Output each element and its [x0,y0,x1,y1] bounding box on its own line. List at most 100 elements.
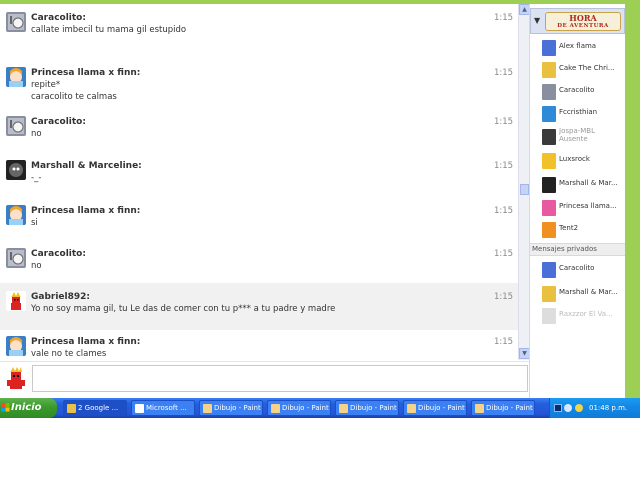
message-avatar[interactable] [6,116,26,136]
user-list-panel: ▼ HORA DE AVENTURA Alex flama Cake The Ch… [529,4,625,398]
user-name: Tent2 [559,224,579,232]
message-text: callate imbecil tu mama gil estupido [31,25,187,35]
gabriel-avatar-icon [3,365,29,391]
monitor-icon[interactable] [554,404,562,412]
online-user[interactable]: Princesa llama... [530,199,625,219]
message-author[interactable]: Caracolito: [31,249,86,259]
user-name: Marshall & Mar... [559,179,618,187]
message-avatar[interactable] [6,336,26,356]
taskbar-button-label: Dibujo - Paint [282,404,329,412]
user-avatar [542,200,556,216]
online-user[interactable]: Cake The Chri... [530,61,625,81]
message-time: 1:15 [494,161,514,171]
user-avatar [542,222,556,238]
user-avatar [542,84,556,100]
network-icon[interactable] [564,404,572,412]
online-user[interactable]: Tent2 [530,221,625,241]
system-tray: 01:48 p.m. [549,398,640,418]
message-author[interactable]: Gabriel892: [31,292,90,302]
word-icon [135,404,144,413]
private-chat-user[interactable]: Raxzzor El Va... [530,307,625,327]
private-chat-user[interactable]: Caracolito [530,261,625,281]
message-composer [0,361,529,393]
rail-header[interactable]: ▼ HORA DE AVENTURA [530,8,625,34]
taskbar-button-label: Dibujo - Paint [214,404,261,412]
message-avatar[interactable] [6,248,26,268]
message-time: 1:15 [494,68,514,78]
princess-avatar-icon [6,67,26,87]
chat-message: Caracolito: 1:15 callate imbecil tu mama g… [0,4,518,51]
message-avatar[interactable] [6,205,26,225]
princess-avatar-icon [6,336,26,356]
user-avatar [542,153,556,169]
message-input[interactable] [32,365,528,392]
clock: 01:48 p.m. [589,404,628,412]
taskbar-button-label: 2 Google ... [78,404,119,412]
online-user[interactable]: Luxsrock [530,152,625,172]
message-text: -_- [31,173,42,183]
taskbar-button-label: Dibujo - Paint [350,404,397,412]
snail-avatar-icon [6,248,26,268]
paint-icon [203,404,212,413]
security-icon[interactable] [575,404,583,412]
chat-log: Caracolito: 1:15 callate imbecil tu mama g… [0,4,518,360]
taskbar-button[interactable]: 2 Google ... [63,400,127,416]
user-name: Alex flama [559,42,597,50]
snail-avatar-icon [6,12,26,32]
user-avatar [542,62,556,78]
marshall-avatar-icon [6,160,26,180]
taskbar-button[interactable]: Dibujo - Paint [199,400,263,416]
taskbar-button[interactable]: Microsoft ... [131,400,195,416]
user-name: Raxzzor El Va... [559,310,613,318]
taskbar-button[interactable]: Dibujo - Paint [267,400,331,416]
online-user[interactable]: Jospa-MBL Ausente [530,127,625,148]
wiki-logo[interactable]: HORA DE AVENTURA [545,12,621,31]
message-author[interactable]: Caracolito: [31,13,86,23]
user-name: Caracolito [559,264,595,272]
princess-avatar-icon [6,205,26,225]
message-author[interactable]: Princesa llama x finn: [31,206,140,216]
snail-avatar-icon [6,116,26,136]
message-avatar[interactable] [6,160,26,180]
dropdown-arrow-icon[interactable]: ▼ [534,16,540,25]
message-time: 1:15 [494,249,514,259]
own-avatar [3,365,29,391]
message-text: si [31,218,38,228]
private-chat-user[interactable]: Marshall & Mar... [530,285,625,305]
chat-message: Gabriel892: 1:15 Yo no soy mama gil, tu Le… [0,283,518,330]
taskbar-button[interactable]: Dibujo - Paint [335,400,399,416]
private-messages-header: Mensajes privados [530,243,625,256]
user-name: Caracolito [559,86,595,94]
message-time: 1:15 [494,337,514,347]
chat-message: Caracolito: 1:15 no [0,108,518,155]
message-text: no [31,129,42,139]
message-text: repite* [31,80,61,90]
user-avatar [542,129,556,145]
message-author[interactable]: Caracolito: [31,117,86,127]
taskbar-button-label: Microsoft ... [146,404,187,412]
user-avatar [542,177,556,193]
message-author[interactable]: Princesa llama x finn: [31,68,140,78]
online-user[interactable]: Alex flama [530,39,625,59]
message-avatar[interactable] [6,12,26,32]
chat-message: Marshall & Marceline: 1:15 -_- [0,152,518,199]
paint-icon [271,404,280,413]
message-time: 1:15 [494,206,514,216]
message-author[interactable]: Marshall & Marceline: [31,161,142,171]
paint-icon [407,404,416,413]
taskbar-button[interactable]: Dibujo - Paint [471,400,535,416]
start-button[interactable]: Inicio [0,398,57,418]
message-avatar[interactable] [6,291,26,311]
paint-icon [475,404,484,413]
message-author[interactable]: Princesa llama x finn: [31,337,140,347]
user-avatar [542,286,556,302]
scroll-thumb[interactable] [520,184,529,195]
message-avatar[interactable] [6,67,26,87]
online-user[interactable]: Fccristhian [530,105,625,125]
logo-subtitle: DE AVENTURA [557,23,609,29]
online-user[interactable]: Caracolito [530,83,625,103]
online-user[interactable]: Marshall & Mar... [530,176,625,196]
message-text: vale no te clames [31,349,107,359]
chat-scrollbar[interactable]: ▲ ▼ [518,4,530,360]
taskbar-button[interactable]: Dibujo - Paint [403,400,467,416]
